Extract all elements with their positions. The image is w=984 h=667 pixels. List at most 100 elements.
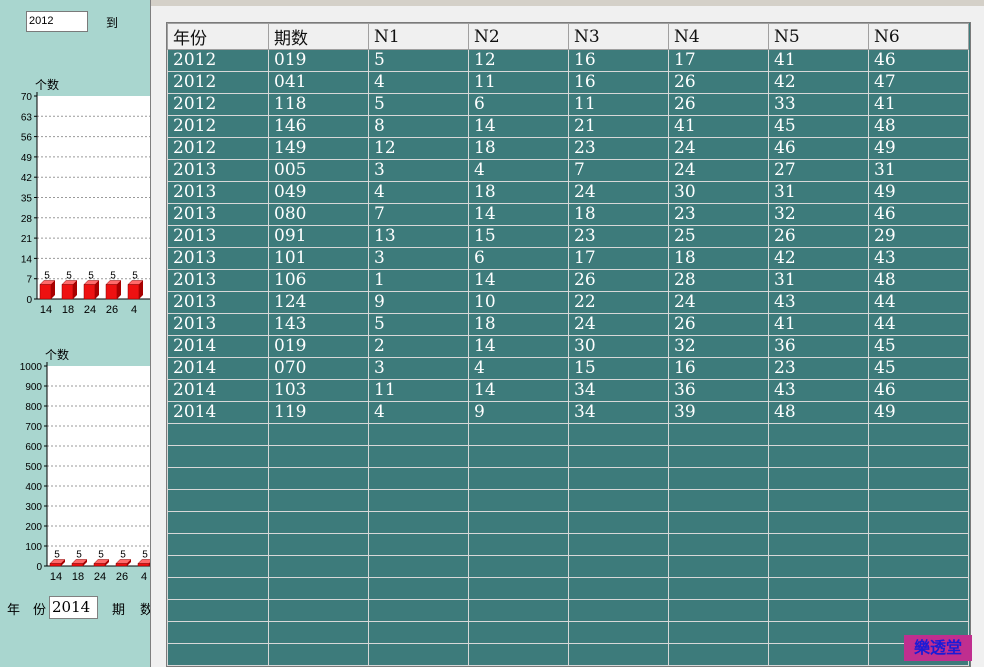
table-cell[interactable]: 24 xyxy=(568,313,669,336)
from-year-input[interactable]: 2012 xyxy=(26,11,88,32)
table-cell[interactable]: 24 xyxy=(668,291,769,314)
table-cell[interactable]: 26 xyxy=(668,313,769,336)
table-cell[interactable]: 39 xyxy=(668,401,769,424)
table-cell[interactable]: 23 xyxy=(768,357,869,380)
table-cell[interactable]: 46 xyxy=(868,203,969,226)
table-cell[interactable]: 15 xyxy=(568,357,669,380)
table-cell[interactable] xyxy=(268,423,369,446)
table-cell[interactable] xyxy=(868,533,969,556)
table-cell[interactable]: 4 xyxy=(368,401,469,424)
table-row[interactable]: 2014 119 4 9 34 39 48 49 xyxy=(167,401,969,424)
table-cell[interactable]: 019 xyxy=(268,49,369,72)
column-header[interactable]: N6 xyxy=(868,23,969,50)
table-cell[interactable]: 17 xyxy=(568,247,669,270)
table-cell[interactable] xyxy=(768,621,869,644)
table-cell[interactable]: 149 xyxy=(268,137,369,160)
table-cell[interactable]: 2013 xyxy=(167,247,269,270)
table-cell[interactable]: 49 xyxy=(868,181,969,204)
table-cell[interactable] xyxy=(768,599,869,622)
table-cell[interactable]: 31 xyxy=(768,269,869,292)
table-cell[interactable]: 24 xyxy=(668,159,769,182)
table-row[interactable]: 2012 149 12 18 23 24 46 49 xyxy=(167,137,969,160)
table-cell[interactable] xyxy=(368,511,469,534)
table-cell[interactable]: 41 xyxy=(668,115,769,138)
table-cell[interactable] xyxy=(568,445,669,468)
table-cell[interactable] xyxy=(468,445,569,468)
table-cell[interactable] xyxy=(468,621,569,644)
table-cell[interactable]: 2014 xyxy=(167,357,269,380)
table-cell[interactable] xyxy=(167,599,269,622)
table-cell[interactable] xyxy=(368,599,469,622)
table-cell[interactable] xyxy=(768,643,869,666)
table-cell[interactable] xyxy=(868,445,969,468)
table-cell[interactable] xyxy=(668,577,769,600)
table-cell[interactable]: 49 xyxy=(868,401,969,424)
table-cell[interactable]: 101 xyxy=(268,247,369,270)
table-cell[interactable]: 2012 xyxy=(167,49,269,72)
table-cell[interactable] xyxy=(768,489,869,512)
table-cell[interactable]: 28 xyxy=(668,269,769,292)
table-cell[interactable]: 146 xyxy=(268,115,369,138)
table-cell[interactable] xyxy=(668,643,769,666)
table-cell[interactable]: 43 xyxy=(868,247,969,270)
empty-row[interactable] xyxy=(167,555,969,578)
result-grid[interactable]: 年份 期数 N1 N2 N3 N4 N5 N6 2012 019 5 12 16 17 41 46 2012 0… xyxy=(166,22,971,667)
table-cell[interactable]: 2 xyxy=(368,335,469,358)
table-cell[interactable] xyxy=(468,577,569,600)
table-cell[interactable]: 2014 xyxy=(167,401,269,424)
table-cell[interactable] xyxy=(468,467,569,490)
table-cell[interactable]: 30 xyxy=(568,335,669,358)
table-cell[interactable] xyxy=(668,533,769,556)
table-cell[interactable]: 41 xyxy=(768,49,869,72)
table-cell[interactable]: 2012 xyxy=(167,71,269,94)
table-cell[interactable]: 18 xyxy=(468,137,569,160)
table-cell[interactable]: 4 xyxy=(368,71,469,94)
table-cell[interactable]: 5 xyxy=(368,313,469,336)
table-cell[interactable] xyxy=(568,511,669,534)
empty-row[interactable] xyxy=(167,445,969,468)
table-cell[interactable] xyxy=(768,423,869,446)
table-cell[interactable] xyxy=(468,555,569,578)
column-header[interactable]: N1 xyxy=(368,23,469,50)
table-cell[interactable] xyxy=(868,599,969,622)
table-cell[interactable]: 33 xyxy=(768,93,869,116)
table-cell[interactable]: 2013 xyxy=(167,203,269,226)
table-cell[interactable]: 44 xyxy=(868,291,969,314)
table-cell[interactable]: 2014 xyxy=(167,379,269,402)
table-cell[interactable] xyxy=(868,555,969,578)
table-cell[interactable]: 3 xyxy=(368,357,469,380)
table-cell[interactable]: 11 xyxy=(368,379,469,402)
table-cell[interactable]: 2012 xyxy=(167,115,269,138)
table-cell[interactable]: 14 xyxy=(468,379,569,402)
table-cell[interactable]: 46 xyxy=(868,49,969,72)
table-cell[interactable]: 44 xyxy=(868,313,969,336)
table-cell[interactable]: 29 xyxy=(868,225,969,248)
table-cell[interactable] xyxy=(268,599,369,622)
table-cell[interactable]: 11 xyxy=(568,93,669,116)
table-cell[interactable]: 48 xyxy=(868,269,969,292)
table-cell[interactable] xyxy=(167,489,269,512)
table-cell[interactable]: 32 xyxy=(668,335,769,358)
table-cell[interactable] xyxy=(868,467,969,490)
empty-row[interactable] xyxy=(167,621,969,644)
table-cell[interactable] xyxy=(868,577,969,600)
table-cell[interactable]: 2012 xyxy=(167,137,269,160)
table-cell[interactable]: 31 xyxy=(768,181,869,204)
table-cell[interactable]: 12 xyxy=(368,137,469,160)
table-cell[interactable] xyxy=(167,577,269,600)
table-cell[interactable]: 4 xyxy=(368,181,469,204)
table-cell[interactable] xyxy=(268,445,369,468)
table-cell[interactable]: 46 xyxy=(868,379,969,402)
table-cell[interactable] xyxy=(167,533,269,556)
table-cell[interactable]: 45 xyxy=(768,115,869,138)
table-row[interactable]: 2014 103 11 14 34 36 43 46 xyxy=(167,379,969,402)
table-cell[interactable]: 2013 xyxy=(167,159,269,182)
table-cell[interactable]: 118 xyxy=(268,93,369,116)
table-cell[interactable] xyxy=(668,445,769,468)
table-cell[interactable]: 23 xyxy=(568,137,669,160)
table-row[interactable]: 2014 070 3 4 15 16 23 45 xyxy=(167,357,969,380)
table-cell[interactable] xyxy=(568,621,669,644)
table-cell[interactable]: 2013 xyxy=(167,313,269,336)
table-row[interactable]: 2013 106 1 14 26 28 31 48 xyxy=(167,269,969,292)
table-cell[interactable]: 1 xyxy=(368,269,469,292)
